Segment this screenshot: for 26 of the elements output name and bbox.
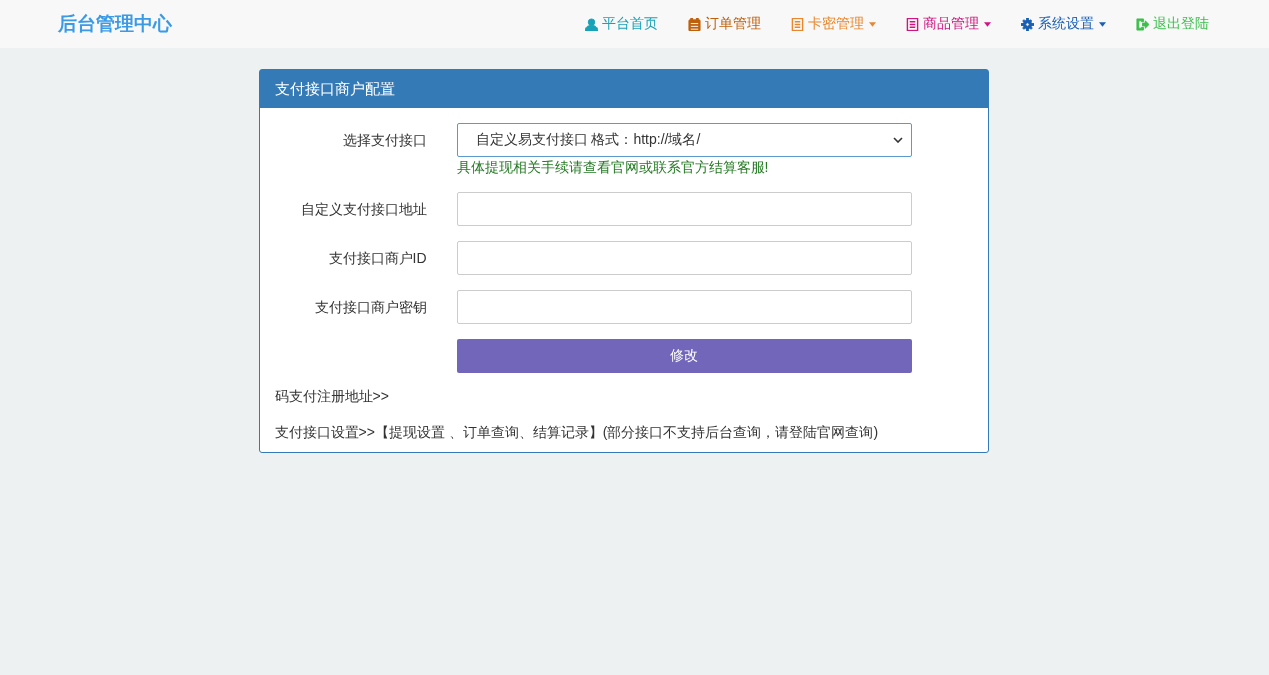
input-field[interactable] xyxy=(456,241,912,275)
panel-title: 支付接口商户配置 xyxy=(259,70,988,108)
field-label: 支付接口商户ID xyxy=(327,249,427,268)
chevron-down-icon xyxy=(892,137,903,143)
field-label: 支付接口商户密钥 xyxy=(313,298,427,317)
nav-link[interactable]: 卡密管理 xyxy=(791,15,876,33)
text-link[interactable]: 支付接口设置>>【提现设置 、订单查询、结算记录】(部分接口不支持后台查询，请登陆官网查询) xyxy=(274,424,879,440)
settings-icon xyxy=(1021,17,1034,31)
select-dropdown[interactable]: 自定义易支付接口 格式：http://域名/ xyxy=(456,123,912,157)
brand-title[interactable]: 后台管理中心 xyxy=(58,11,172,37)
list-icon xyxy=(906,17,919,31)
field-label: 自定义支付接口地址 xyxy=(299,200,427,219)
nav-link[interactable]: 平台首页 xyxy=(585,15,658,33)
calendar-icon xyxy=(688,17,701,31)
list-icon xyxy=(791,17,804,31)
input-field[interactable] xyxy=(456,290,912,324)
input-field[interactable] xyxy=(456,192,912,226)
nav-link[interactable]: 商品管理 xyxy=(906,15,991,33)
field-label: 选择支付接口 xyxy=(341,131,427,150)
logout-icon xyxy=(1136,17,1149,31)
nav-link[interactable]: 系统设置 xyxy=(1021,15,1106,33)
submit-button[interactable]: 修改 xyxy=(456,339,912,373)
nav-link[interactable]: 订单管理 xyxy=(688,15,761,33)
help-text: 具体提现相关手续请查看官网或联系官方结算客服! xyxy=(456,159,770,177)
text-link[interactable]: 码支付注册地址>> xyxy=(274,388,389,404)
user-icon xyxy=(585,17,598,31)
